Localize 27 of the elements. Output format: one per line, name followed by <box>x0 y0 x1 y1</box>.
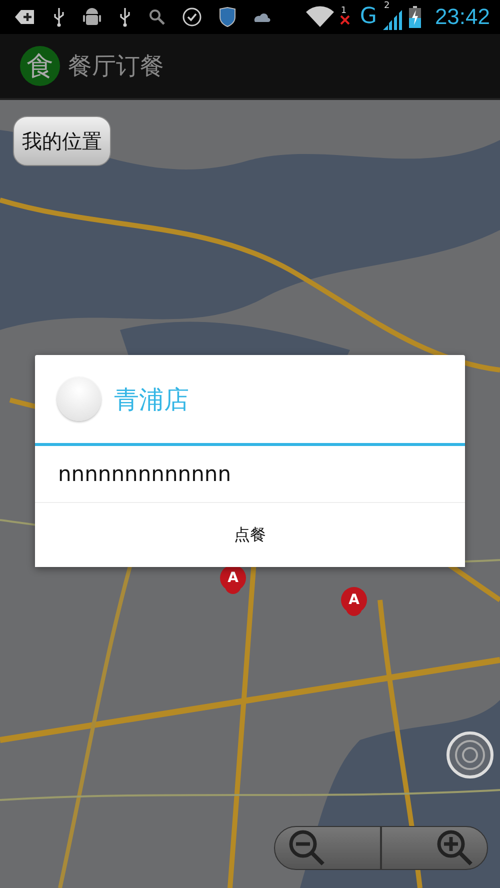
my-location-button[interactable]: 我的位置 <box>13 116 111 166</box>
check-circle-icon <box>182 7 202 27</box>
dialog-title: 青浦店 <box>114 384 189 416</box>
sim-number: 2 <box>384 2 390 11</box>
zoom-in-icon <box>435 828 475 868</box>
no-signal-icon <box>340 15 350 25</box>
zoom-in-button[interactable] <box>381 826 488 870</box>
network-type: G <box>360 6 377 28</box>
wifi-icon <box>306 6 334 28</box>
zoom-out-button[interactable] <box>274 826 381 870</box>
app-title: 餐厅订餐 <box>68 51 164 82</box>
order-button[interactable]: 点餐 <box>35 503 465 567</box>
app-logo: 食 <box>20 46 60 86</box>
locate-icon[interactable] <box>446 731 494 779</box>
add-icon <box>15 9 35 25</box>
dialog-icon <box>57 377 101 421</box>
zoom-out-icon <box>287 828 327 868</box>
usb-icon <box>118 7 132 27</box>
signal-icon <box>382 10 403 30</box>
battery-charging-icon <box>408 6 421 28</box>
usb-icon <box>52 7 66 27</box>
shield-icon <box>219 7 236 27</box>
sim-number: 1 <box>340 7 347 16</box>
clock: 23:42 <box>434 4 490 30</box>
android-icon <box>83 6 101 28</box>
cloud-icon <box>253 11 271 23</box>
search-icon <box>149 9 165 25</box>
